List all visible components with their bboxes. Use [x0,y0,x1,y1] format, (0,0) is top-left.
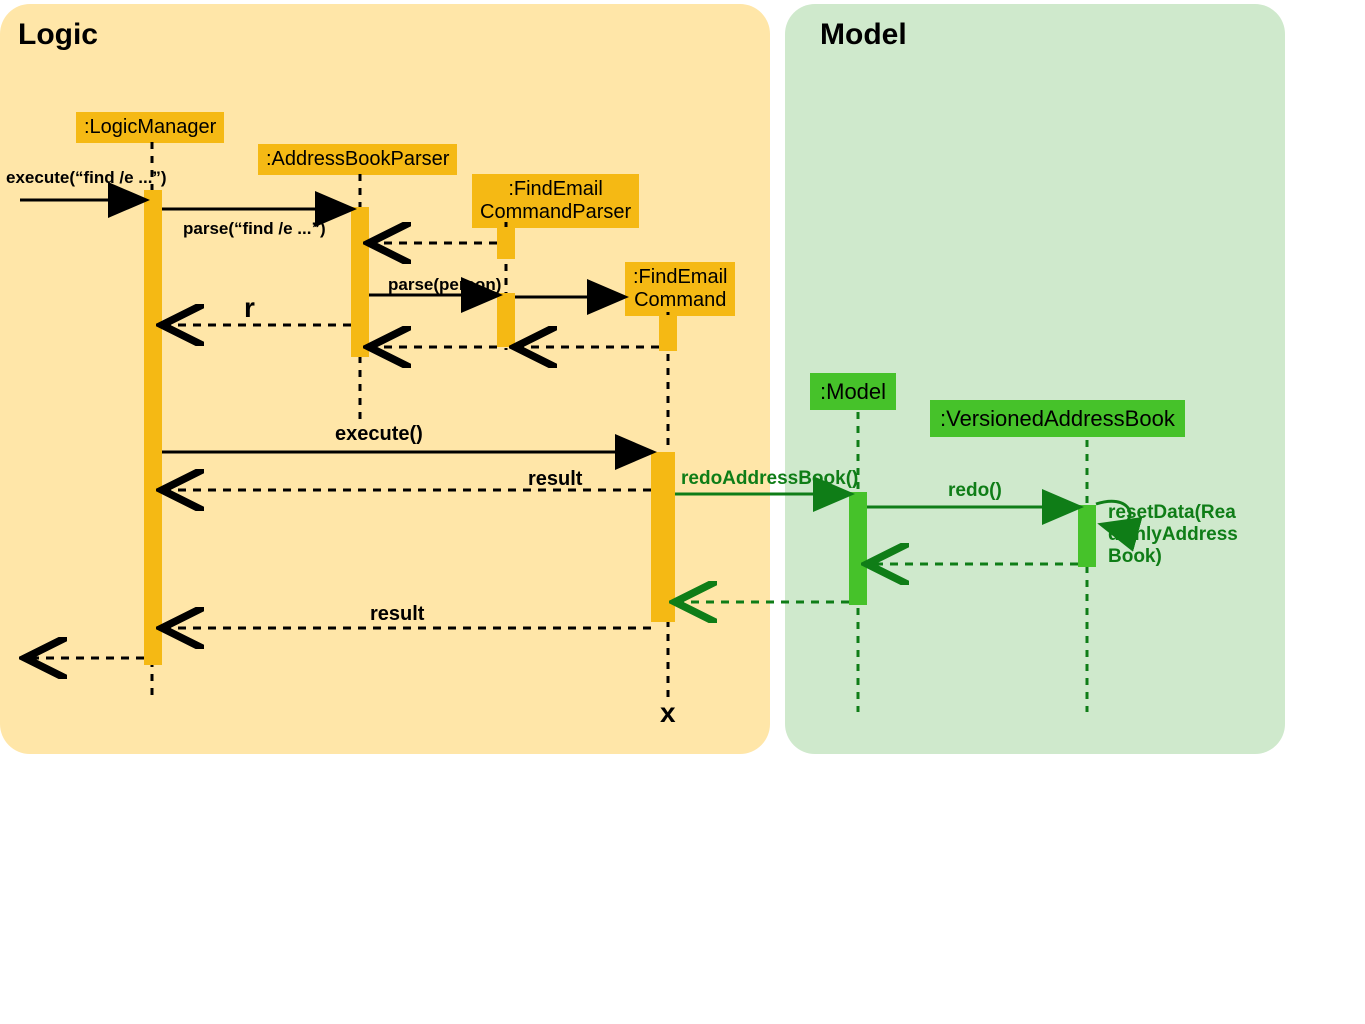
obj-findemail-commandparser: :FindEmail CommandParser [472,174,639,228]
msg-redo: redo() [948,480,1002,502]
obj-logic-manager: :LogicManager [76,112,224,143]
msg-execute: execute() [335,423,423,446]
title-model: Model [820,18,907,52]
msg-resetdata: resetData(Rea dOnlyAddress Book) [1108,502,1238,568]
obj-versioned-addressbook: :VersionedAddressBook [930,400,1185,437]
msg-execute-find: execute(“find /e ...”) [6,168,167,188]
msg-result1: result [528,468,582,491]
msg-redo-addressbook: redoAddressBook() [681,468,858,490]
msg-result2: result [370,603,424,626]
title-logic: Logic [18,18,98,52]
msg-r: r [244,292,255,324]
obj-addressbookparser: :AddressBookParser [258,144,457,175]
msg-parse-person: parse(person) [388,275,501,295]
msg-parse-find: parse(“find /e ...”) [183,219,326,239]
sequence-diagram: Logic Model :LogicManager :AddressBookPa… [0,0,1365,1024]
obj-findemail-command: :FindEmail Command [625,262,735,316]
obj-model: :Model [810,373,896,410]
destroy-x: x [660,697,676,729]
